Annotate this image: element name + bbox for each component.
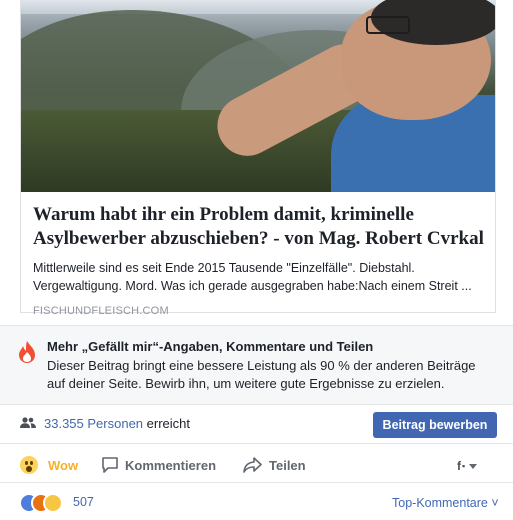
action-bar: Wow Kommentieren Teilen f ▪ <box>0 449 513 481</box>
preview-description: Mittlerweile sind es seit Ende 2015 Taus… <box>33 261 472 293</box>
page-avatar-icon: f <box>457 459 461 473</box>
preview-domain: FISCHUNDFLEISCH.COM <box>33 305 169 317</box>
wow-icon <box>20 456 38 474</box>
reach-count[interactable]: 33.355 Personen <box>44 416 143 431</box>
wow-reaction-button[interactable]: Wow <box>20 455 78 475</box>
reactions-summary[interactable]: 507 Top-Kommentare ˅ <box>0 488 513 520</box>
divider <box>0 482 513 483</box>
wow-label: Wow <box>48 457 79 473</box>
performance-insight: Mehr „Gefällt mir“-Angaben, Kommentare u… <box>0 326 513 404</box>
audience-selector[interactable]: f ▪ <box>457 459 478 473</box>
share-button[interactable]: Teilen <box>243 455 306 475</box>
chevron-down-icon <box>469 463 478 469</box>
share-icon <box>243 457 262 473</box>
glasses <box>366 16 410 34</box>
preview-title[interactable]: Warum habt ihr ein Problem damit, krimin… <box>33 203 485 251</box>
insight-text: Dieser Beitrag bringt eine bessere Leist… <box>47 358 476 391</box>
share-label: Teilen <box>269 457 306 473</box>
reach-row: 33.355 Personen erreicht Beitrag bewerbe… <box>0 405 513 443</box>
insight-title: Mehr „Gefällt mir“-Angaben, Kommentare u… <box>47 339 374 354</box>
flame-icon <box>19 341 35 363</box>
people-icon <box>20 417 36 428</box>
boost-post-button[interactable]: Beitrag bewerben <box>373 412 497 438</box>
divider <box>0 443 513 444</box>
preview-text[interactable]: Warum habt ihr ein Problem damit, krimin… <box>33 192 485 318</box>
reaction-count[interactable]: 507 <box>73 495 94 509</box>
reach-suffix: erreicht <box>143 416 190 431</box>
link-preview-card[interactable]: Warum habt ihr ein Problem damit, krimin… <box>20 0 496 317</box>
comment-sort-dropdown[interactable]: Top-Kommentare ˅ <box>392 496 499 510</box>
reach-text: 33.355 Personen erreicht <box>44 416 190 432</box>
page-badge-icon: ▪ <box>462 461 466 471</box>
comment-icon <box>102 457 118 473</box>
comment-label: Kommentieren <box>125 457 217 473</box>
sad-reaction-icon <box>43 493 63 513</box>
comment-button[interactable]: Kommentieren <box>101 455 216 475</box>
preview-image[interactable] <box>21 0 495 192</box>
